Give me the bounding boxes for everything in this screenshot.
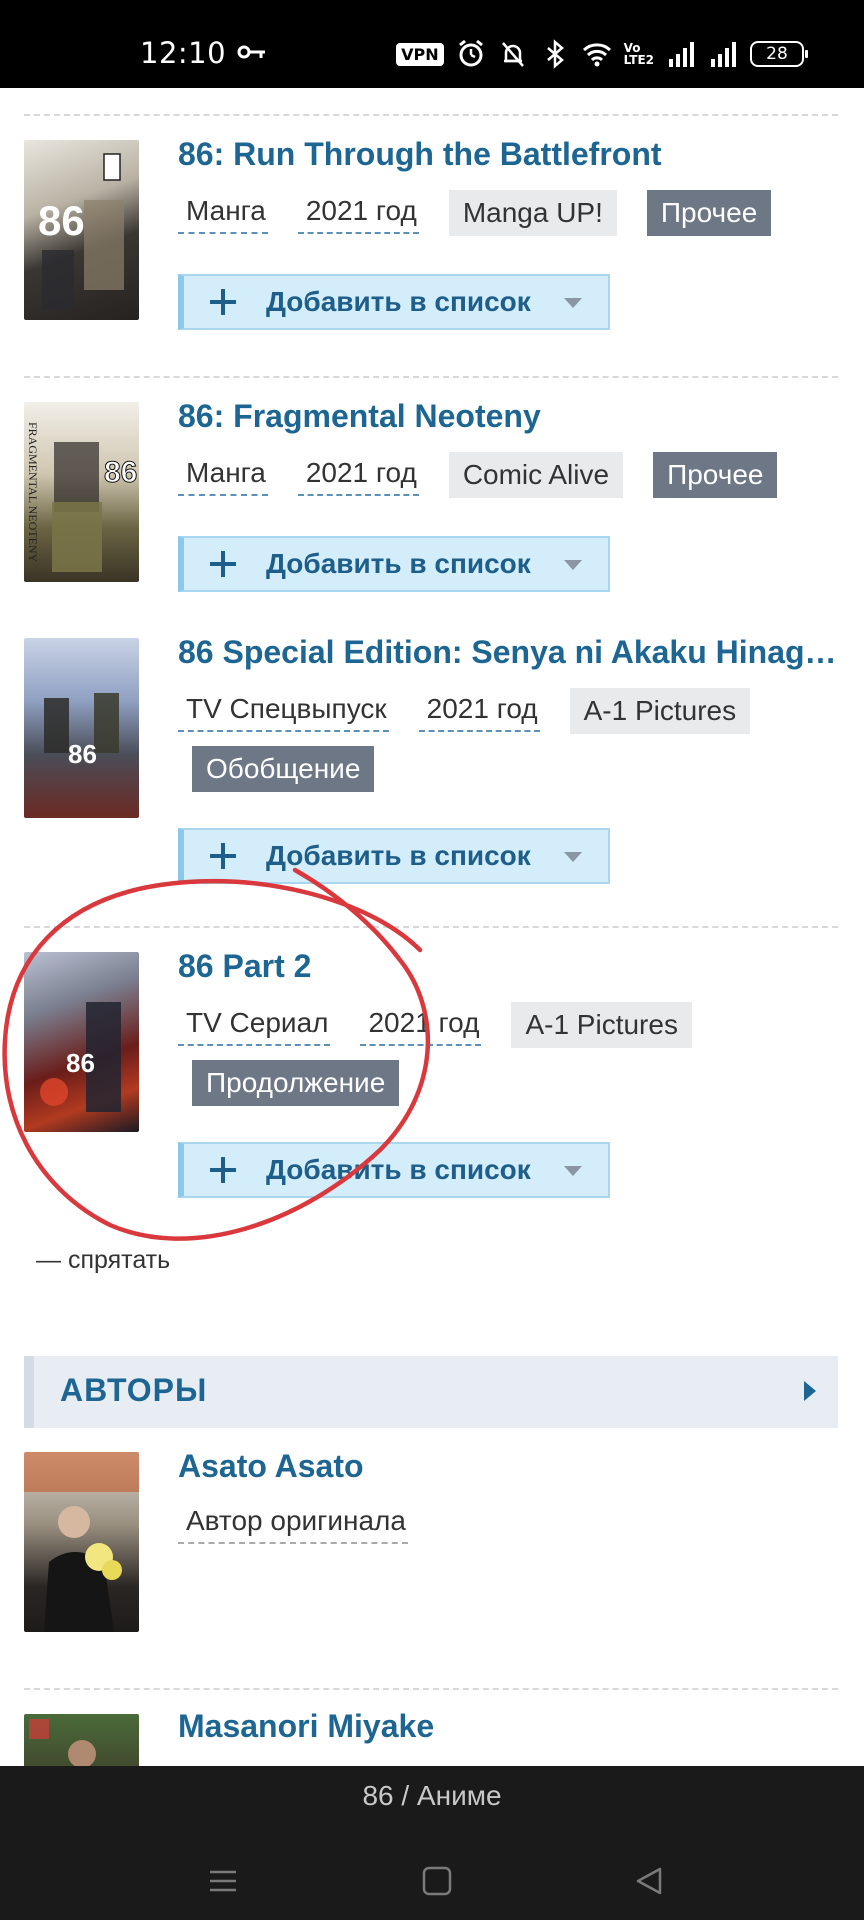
home-icon[interactable] xyxy=(422,1866,452,1896)
add-to-list-button[interactable]: Добавить в список xyxy=(178,828,610,884)
item-title[interactable]: 86: Run Through the Battlefront xyxy=(178,136,662,173)
signal-icon xyxy=(669,42,694,67)
chevron-down-icon[interactable] xyxy=(564,852,582,862)
authors-section-header[interactable]: АВТОРЫ xyxy=(24,1356,838,1428)
author-role: Автор оригинала xyxy=(178,1502,408,1544)
key-icon xyxy=(237,45,265,59)
item-type[interactable]: Манга xyxy=(178,454,268,496)
author-photo[interactable] xyxy=(24,1452,139,1632)
item-studio[interactable]: A-1 Pictures xyxy=(511,1002,692,1048)
chevron-down-icon[interactable] xyxy=(564,560,582,570)
item-year[interactable]: 2021 год xyxy=(297,192,419,234)
item-title[interactable]: 86 Special Edition: Senya ni Akaku Hinag… xyxy=(178,634,837,671)
relation-tag: Прочее xyxy=(653,452,778,498)
svg-text:86: 86 xyxy=(38,197,85,244)
add-to-list-label: Добавить в список xyxy=(266,548,531,579)
divider xyxy=(24,1688,838,1690)
anime-cover-image[interactable]: 86 xyxy=(24,952,139,1132)
divider xyxy=(24,926,838,928)
plus-icon xyxy=(210,551,236,577)
add-to-list-button[interactable]: Добавить в список xyxy=(178,536,610,592)
author-role-row: Автор оригинала xyxy=(178,1502,408,1544)
item-title[interactable]: 86: Fragmental Neoteny xyxy=(178,398,541,435)
item-tag-row: Продолжение xyxy=(192,1060,400,1106)
plus-icon xyxy=(210,289,236,315)
add-to-list-label: Добавить в список xyxy=(266,840,531,871)
item-studio[interactable]: Comic Alive xyxy=(448,452,624,498)
chevron-right-icon[interactable] xyxy=(804,1381,816,1401)
divider xyxy=(24,114,838,116)
relation-tag: Продолжение xyxy=(192,1060,400,1106)
volte-icon: Vo LTE2 xyxy=(623,41,654,67)
relation-tag: Обобщение xyxy=(192,746,375,792)
divider xyxy=(24,376,838,378)
wifi-icon xyxy=(582,43,611,67)
item-meta-row: Манга 2021 год Manga UP! Прочее xyxy=(178,190,772,236)
chevron-down-icon[interactable] xyxy=(564,298,582,308)
plus-icon xyxy=(210,1157,236,1183)
mute-bell-icon xyxy=(501,42,524,67)
author-photo[interactable] xyxy=(24,1714,139,1766)
item-meta-row: Манга 2021 год Comic Alive Прочее xyxy=(178,452,778,498)
item-title[interactable]: 86 Part 2 xyxy=(178,948,311,985)
item-type[interactable]: TV Сериал xyxy=(178,1004,331,1046)
item-year[interactable]: 2021 год xyxy=(360,1004,482,1046)
chevron-down-icon[interactable] xyxy=(564,1166,582,1176)
relation-tag: Прочее xyxy=(646,190,772,236)
item-meta-row: TV Спецвыпуск 2021 год A-1 Pictures xyxy=(178,688,751,734)
svg-text:86: 86 xyxy=(66,1048,95,1078)
battery-icon: 28 xyxy=(750,41,808,67)
item-type[interactable]: TV Спецвыпуск xyxy=(178,690,389,732)
author-name[interactable]: Masanori Miyake xyxy=(178,1708,434,1745)
svg-text:86: 86 xyxy=(104,456,137,489)
section-title: АВТОРЫ xyxy=(60,1372,208,1408)
author-name[interactable]: Asato Asato xyxy=(178,1448,364,1485)
plus-icon xyxy=(210,843,236,869)
svg-text:FRAGMENTAL NEOTENY: FRAGMENTAL NEOTENY xyxy=(26,422,40,563)
add-to-list-label: Добавить в список xyxy=(266,286,531,317)
item-studio[interactable]: Manga UP! xyxy=(448,190,617,236)
item-year[interactable]: 2021 год xyxy=(418,690,540,732)
item-meta-row: TV Сериал 2021 год A-1 Pictures xyxy=(178,1002,692,1048)
page-content: 86 86: Run Through the Battlefront Манга… xyxy=(0,88,864,1766)
signal-icon-2 xyxy=(711,42,736,67)
manga-cover-image[interactable]: FRAGMENTAL NEOTENY 86 xyxy=(24,402,139,582)
alarm-icon xyxy=(458,39,483,67)
bluetooth-icon xyxy=(546,39,564,69)
add-to-list-label: Добавить в список xyxy=(266,1154,531,1185)
item-studio[interactable]: A-1 Pictures xyxy=(569,688,751,734)
hide-link[interactable]: — спрятать xyxy=(36,1246,170,1275)
item-type[interactable]: Манга xyxy=(178,192,268,234)
add-to-list-button[interactable]: Добавить в список xyxy=(178,1142,610,1198)
item-tag-row: Обобщение xyxy=(192,746,375,792)
status-bar: 12:10 VPN Vo LTE2 28 xyxy=(0,0,864,88)
bottom-bar: 86 / Аниме xyxy=(0,1766,864,1920)
back-icon[interactable] xyxy=(634,1866,664,1896)
page-title: 86 / Аниме xyxy=(362,1780,502,1811)
anime-cover-image[interactable]: 86 xyxy=(24,638,139,818)
add-to-list-button[interactable]: Добавить в список xyxy=(178,274,610,330)
item-year[interactable]: 2021 год xyxy=(297,454,419,496)
svg-text:86: 86 xyxy=(68,739,97,769)
status-time: 12:10 xyxy=(140,36,227,70)
vpn-badge: VPN xyxy=(396,42,444,66)
menu-icon[interactable] xyxy=(208,1866,238,1896)
manga-cover-image[interactable]: 86 xyxy=(24,140,139,320)
